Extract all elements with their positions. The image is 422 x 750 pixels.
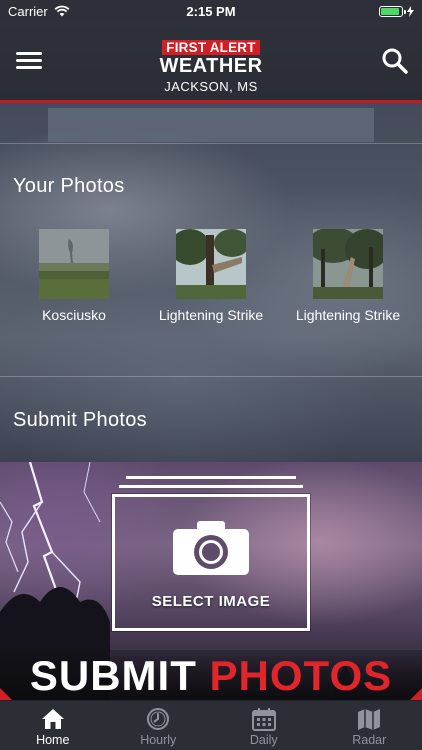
header-accent-line [0,100,422,103]
photo-item[interactable]: Lightening Strike [146,229,276,323]
battery-icon [379,5,406,17]
tab-daily[interactable]: Daily [211,701,317,750]
your-photos-title: Your Photos [13,175,125,197]
tab-radar[interactable]: Radar [317,701,422,750]
submit-photos-title: Submit Photos [13,409,147,431]
submit-photos-text: SUBMIT PHOTOS [0,650,422,702]
photo-thumbnail[interactable] [176,229,246,299]
photo-thumbnail[interactable] [313,229,383,299]
select-image-label: SELECT IMAGE [151,593,271,610]
carrier-label: Carrier [8,3,48,19]
clock-icon [147,708,170,730]
map-icon [358,709,381,730]
brand-first-alert: FIRST ALERT [162,40,260,55]
photo-caption: Lightening Strike [158,307,264,323]
tab-home[interactable]: Home [0,701,106,750]
search-icon[interactable] [380,46,410,76]
tab-label: Home [36,733,70,747]
select-image-frame[interactable]: SELECT IMAGE [112,494,310,631]
photo-caption: Lightening Strike [295,307,401,323]
tab-hourly[interactable]: Hourly [106,701,212,750]
tab-label: Daily [249,733,278,747]
wifi-icon [54,5,70,17]
photo-caption: Kosciusko [42,307,106,323]
photo-thumbnail[interactable] [39,229,109,299]
frame-stack-line [119,485,303,488]
tab-label: Radar [352,733,387,747]
frame-stack-line [126,476,296,479]
tab-label: Hourly [140,733,177,747]
battery-fill [381,7,399,15]
brand-weather: WEATHER [159,55,263,77]
calendar-icon [251,708,276,731]
photos-word: PHOTOS [209,652,393,699]
brand-logo: FIRST ALERT WEATHER JACKSON, MS [0,39,422,94]
tab-bar: Home Hourly Daily Radar [0,700,422,750]
submit-word: SUBMIT [29,652,197,699]
photo-item[interactable]: Kosciusko [9,229,139,323]
section-divider [0,376,422,377]
charging-bolt-icon [407,5,414,17]
status-bar: Carrier 2:15 PM [0,0,422,22]
app-header: FIRST ALERT WEATHER JACKSON, MS [0,22,422,100]
ad-banner[interactable] [48,108,374,142]
home-icon [41,709,64,729]
photo-item[interactable]: Lightening Strike [283,229,413,323]
ad-strip [0,108,422,144]
submit-photos-banner[interactable]: SELECT IMAGE SUBMIT PHOTOS [0,462,422,702]
camera-icon [173,521,249,575]
location-label: JACKSON, MS [164,79,258,94]
